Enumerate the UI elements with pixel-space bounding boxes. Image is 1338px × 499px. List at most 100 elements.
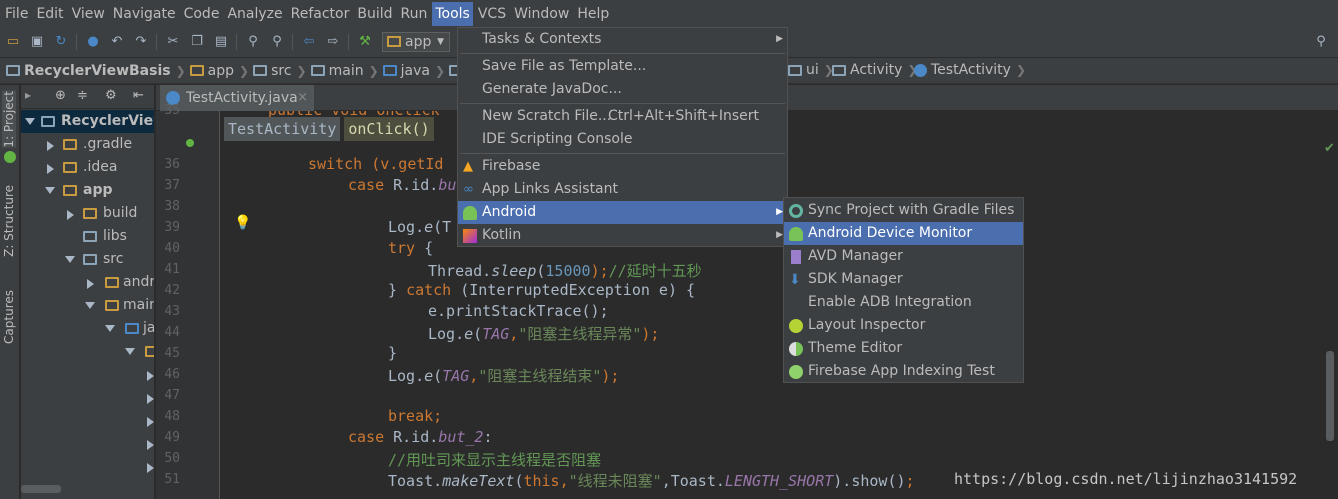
menu-item-firebase-app-indexing-test[interactable]: Firebase App Indexing Test — [784, 360, 1023, 383]
tree-item-collapsed[interactable] — [21, 432, 154, 455]
tool-window-strip: 1: Project Z: Structure Captures — [0, 85, 20, 499]
copy-icon[interactable]: ❐ — [188, 33, 206, 51]
run-configuration-select[interactable]: app ▼ — [382, 32, 450, 52]
line-number: 50 — [164, 451, 180, 466]
collapse-all-icon[interactable]: ≑ — [77, 88, 88, 103]
tree-item-collapsed[interactable] — [21, 363, 154, 386]
crumb-activity[interactable]: Activity ❯ — [832, 62, 917, 78]
avd-phone-icon — [791, 250, 801, 264]
open-folder-icon[interactable]: ▭ — [4, 33, 22, 51]
tree-item-gradle[interactable]: .gradle — [21, 133, 154, 156]
paste-icon[interactable]: ▤ — [212, 33, 230, 51]
app-indexing-search-icon — [789, 365, 803, 379]
tree-item-app[interactable]: app — [21, 179, 154, 202]
crumb-main[interactable]: main ❯ — [310, 63, 379, 79]
line-number: 41 — [164, 262, 180, 277]
project-panel-header: ▸ ⊕ ≑ ⚙ ⇤ — [21, 85, 154, 109]
target-icon[interactable]: ⊕ — [55, 88, 66, 103]
menu-item-android[interactable]: Android ▶ — [458, 201, 787, 224]
menu-navigate[interactable]: Navigate — [110, 2, 179, 26]
tree-item-project-root[interactable]: RecyclerView — [21, 110, 154, 133]
tree-item-collapsed[interactable] — [21, 455, 154, 478]
tree-item-src[interactable]: src — [21, 248, 154, 271]
tree-item-collapsed[interactable] — [21, 409, 154, 432]
crumb-src[interactable]: src ❯ — [253, 63, 307, 79]
menu-item-sdk-manager[interactable]: ⬇ SDK Manager — [784, 268, 1023, 291]
tree-item-package[interactable] — [21, 340, 154, 363]
menu-item-theme-editor[interactable]: Theme Editor — [784, 337, 1023, 360]
menu-item-save-file-as-template[interactable]: Save File as Template... — [458, 55, 787, 78]
project-horizontal-scrollbar[interactable] — [21, 485, 61, 493]
cut-icon[interactable]: ✂ — [164, 33, 182, 51]
menu-item-android-device-monitor[interactable]: Android Device Monitor — [784, 222, 1023, 245]
back-icon[interactable]: ⇦ — [300, 33, 318, 51]
menu-item-layout-inspector[interactable]: Layout Inspector — [784, 314, 1023, 337]
menu-analyze[interactable]: Analyze — [224, 2, 285, 26]
tab-captures-tool[interactable]: Captures — [2, 290, 16, 344]
scrollbar-thumb[interactable] — [1326, 351, 1334, 441]
menu-item-avd-manager[interactable]: AVD Manager — [784, 245, 1023, 268]
menu-view[interactable]: View — [69, 2, 108, 26]
menu-help[interactable]: Help — [574, 2, 612, 26]
tree-item-build[interactable]: build — [21, 202, 154, 225]
tree-item-main[interactable]: main — [21, 294, 154, 317]
menu-code[interactable]: Code — [181, 2, 223, 26]
menu-refactor[interactable]: Refactor — [288, 2, 353, 26]
menu-tools[interactable]: Tools — [432, 2, 473, 26]
tree-item-collapsed[interactable] — [21, 386, 154, 409]
menu-item-generate-javadoc[interactable]: Generate JavaDoc... — [458, 78, 787, 101]
menu-file[interactable]: File — [2, 2, 31, 26]
menu-item-sync-gradle[interactable]: Sync Project with Gradle Files — [784, 199, 1023, 222]
tab-structure-tool[interactable]: Z: Structure — [2, 185, 16, 257]
replace-icon[interactable]: ⚲ — [268, 33, 286, 51]
menu-window[interactable]: Window — [511, 2, 572, 26]
gear-icon[interactable]: ⚙ — [105, 88, 117, 103]
crumb-app[interactable]: app ❯ — [189, 63, 249, 79]
crumb-ui[interactable]: ui ❯ — [788, 62, 834, 78]
close-icon[interactable]: × — [297, 85, 308, 111]
code-line: Thread.sleep(15000);//延时十五秒 — [428, 262, 702, 280]
redo-icon[interactable]: ↷ — [132, 33, 150, 51]
crumb-java[interactable]: java ❯ — [382, 63, 445, 79]
tree-item-java[interactable]: ja — [21, 317, 154, 340]
crumb-method-onclick[interactable]: onClick() — [344, 117, 434, 141]
menu-vcs[interactable]: VCS — [475, 2, 509, 26]
code-line: } catch (InterruptedException e) { — [388, 281, 696, 299]
menu-item-tasks-contexts[interactable]: Tasks & Contexts ▶ — [458, 28, 787, 51]
menu-edit[interactable]: Edit — [33, 2, 66, 26]
hide-icon[interactable]: ⇤ — [133, 88, 144, 103]
tree-item-idea[interactable]: .idea — [21, 156, 154, 179]
code-line: } — [388, 344, 398, 362]
forward-icon[interactable]: ⇨ — [324, 33, 342, 51]
submenu-arrow-icon: ▶ — [776, 230, 783, 240]
search-everywhere-icon[interactable]: ⚲ — [1312, 33, 1330, 51]
menu-item-kotlin[interactable]: Kotlin ▶ — [458, 224, 787, 247]
build-hammer-icon[interactable]: ⚒ — [356, 33, 374, 51]
menu-run[interactable]: Run — [398, 2, 431, 26]
editor-vertical-scrollbar[interactable]: ✔ — [1322, 111, 1338, 499]
menu-item-enable-adb-integration[interactable]: Enable ADB Integration — [784, 291, 1023, 314]
class-icon[interactable]: ● — [84, 33, 102, 51]
tree-item-android-test[interactable]: andr — [21, 271, 154, 294]
menu-bar: File Edit View Navigate Code Analyze Ref… — [0, 0, 1338, 28]
crumb-testactivity[interactable]: TestActivity ❯ — [914, 62, 1026, 78]
crumb-project[interactable]: RecyclerViewBasis ❯ — [6, 63, 186, 79]
android-icon — [789, 227, 803, 241]
menu-item-new-scratch-file[interactable]: New Scratch File... Ctrl+Alt+Shift+Inser… — [458, 105, 787, 128]
tab-project-tool[interactable]: 1: Project — [2, 91, 16, 148]
menu-item-app-links-assistant[interactable]: ∞ App Links Assistant — [458, 178, 787, 201]
menu-item-ide-scripting-console[interactable]: IDE Scripting Console — [458, 128, 787, 151]
line-number: 45 — [164, 346, 180, 361]
menu-build[interactable]: Build — [354, 2, 395, 26]
menu-item-firebase[interactable]: ▲ Firebase — [458, 155, 787, 178]
undo-icon[interactable]: ↶ — [108, 33, 126, 51]
save-icon[interactable]: ▣ — [28, 33, 46, 51]
code-line: Toast.makeText(this,"线程未阻塞",Toast.LENGTH… — [388, 472, 915, 490]
find-icon[interactable]: ⚲ — [244, 33, 262, 51]
expand-icon[interactable]: ▸ — [25, 88, 31, 102]
tree-item-libs[interactable]: libs — [21, 225, 154, 248]
override-marker-icon[interactable] — [186, 139, 194, 147]
sync-icon[interactable]: ↻ — [52, 33, 70, 51]
crumb-class-testactivity[interactable]: TestActivity — [224, 117, 341, 141]
tab-testactivity-java[interactable]: TestActivity.java × — [160, 85, 314, 111]
